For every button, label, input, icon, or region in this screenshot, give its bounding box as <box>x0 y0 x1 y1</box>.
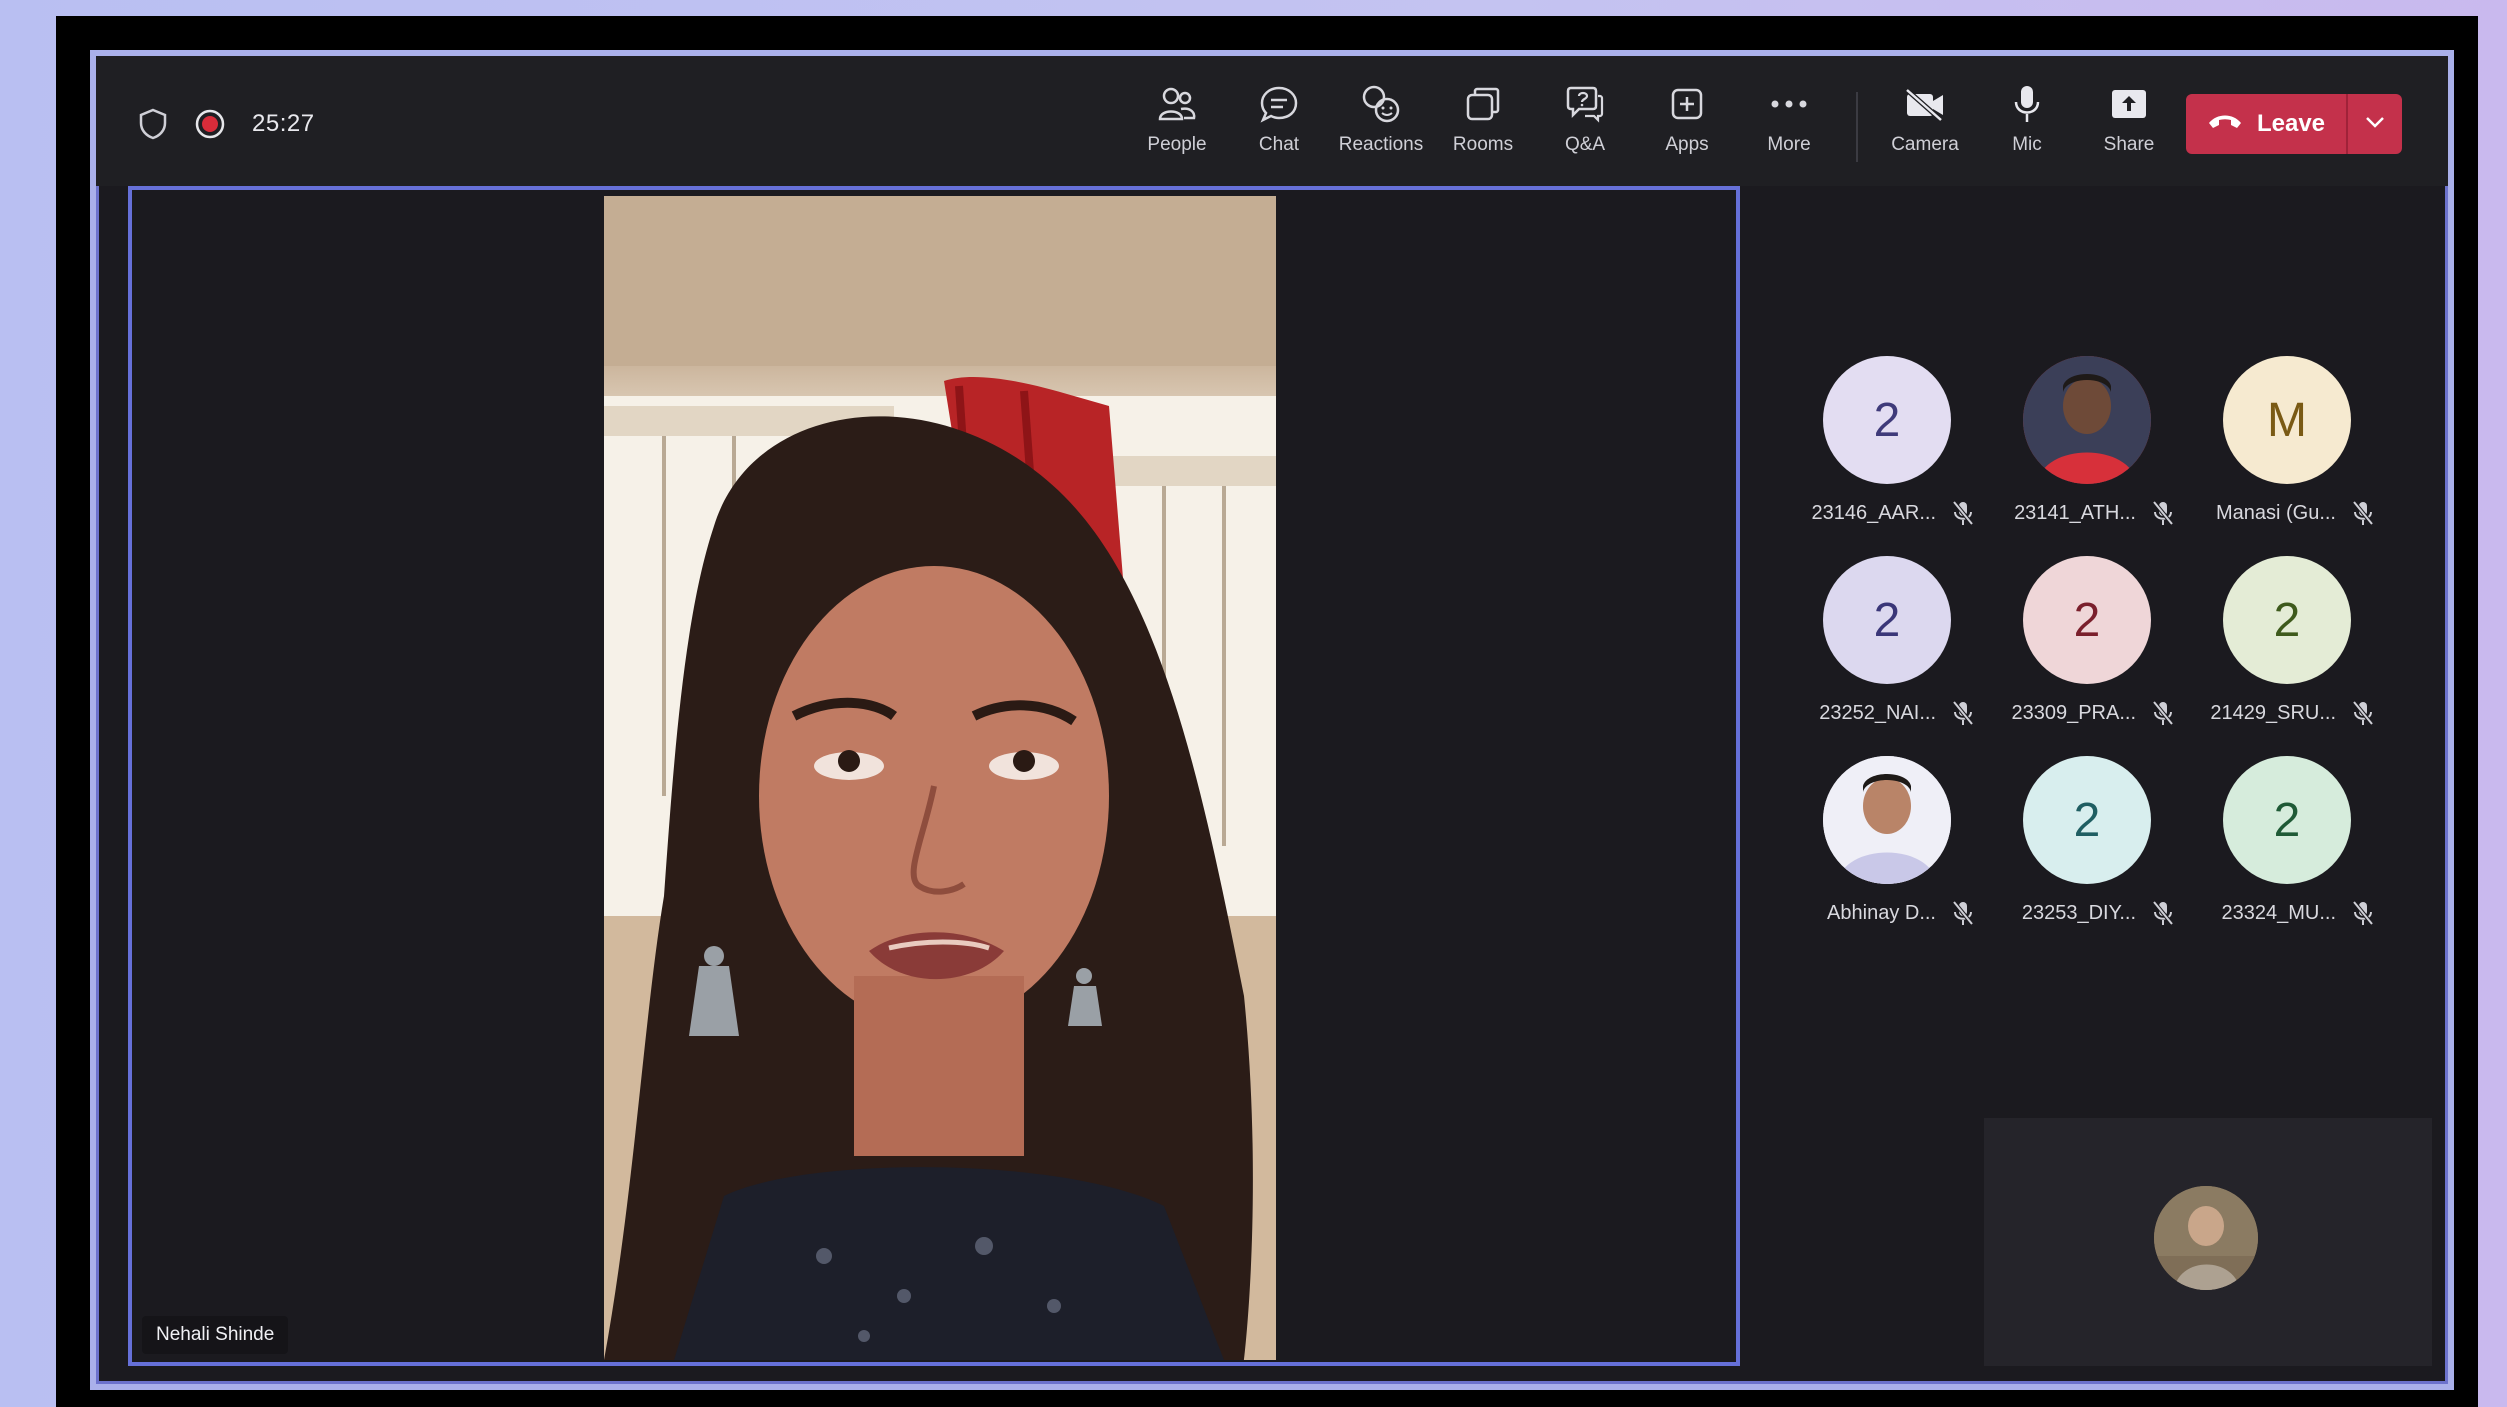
apps-icon <box>1668 82 1706 126</box>
participant-tile[interactable]: M Manasi (Gu... <box>2186 356 2386 536</box>
qa-icon <box>1565 82 1605 126</box>
meeting-timer: 25:27 <box>252 110 315 137</box>
rooms-icon <box>1464 82 1502 126</box>
share-label: Share <box>2103 134 2155 155</box>
participant-name: 23141_ATH... <box>2014 502 2136 524</box>
participant-name: 21429_SRU... <box>2210 702 2336 724</box>
reactions-label: Reactions <box>1338 134 1424 155</box>
shield-icon[interactable] <box>138 108 168 140</box>
participant-tile[interactable]: 2 23253_DIY... <box>1986 756 2186 936</box>
people-button[interactable]: People <box>1126 82 1228 156</box>
participant-name: 23309_PRA... <box>2011 702 2136 724</box>
meeting-info: 25:27 <box>138 108 315 140</box>
share-button[interactable]: Share <box>2078 82 2180 156</box>
participant-name: 23324_MU... <box>2221 902 2336 924</box>
participant-initial: 2 <box>2273 793 2301 847</box>
speaker-video <box>604 196 1276 1360</box>
apps-label: Apps <box>1665 134 1709 155</box>
recording-dot-icon <box>194 108 226 140</box>
toolbar-divider <box>1856 92 1858 162</box>
participant-photo-avatar <box>1823 756 1951 884</box>
mic-muted-icon <box>1952 500 1974 531</box>
participant-name: Manasi (Gu... <box>2215 502 2336 524</box>
rooms-label: Rooms <box>1452 134 1514 155</box>
participant-initial: 2 <box>2273 593 2301 647</box>
mic-muted-icon <box>1952 900 1974 931</box>
mic-icon <box>2012 82 2042 126</box>
leave-dropdown-button[interactable] <box>2346 94 2402 154</box>
more-label: More <box>1767 134 1811 155</box>
participant-initial-avatar: 2 <box>2223 756 2351 884</box>
qa-label: Q&A <box>1564 134 1606 155</box>
people-label: People <box>1147 134 1207 155</box>
participant-initial-avatar: 2 <box>2023 756 2151 884</box>
mic-muted-icon <box>2152 900 2174 931</box>
participant-photo-avatar <box>2023 356 2151 484</box>
leave-button[interactable]: Leave <box>2186 94 2346 154</box>
more-icon <box>1769 82 1809 126</box>
participant-initial-avatar: 2 <box>1823 356 1951 484</box>
more-button[interactable]: More <box>1738 82 1840 156</box>
self-view[interactable] <box>1984 1118 2432 1366</box>
phone-hangup-icon <box>2207 110 2243 138</box>
mic-muted-icon <box>2152 700 2174 731</box>
speaker-stage[interactable]: Nehali Shinde <box>128 186 1740 1366</box>
participant-name: Abhinay D... <box>1827 902 1936 924</box>
reactions-icon <box>1360 82 1402 126</box>
participant-tile[interactable]: 2 23146_AAR... <box>1786 356 1986 536</box>
participant-initial: 2 <box>2073 793 2101 847</box>
camera-button[interactable]: Camera <box>1874 82 1976 156</box>
participant-initial-avatar: 2 <box>1823 556 1951 684</box>
mic-muted-icon <box>2152 500 2174 531</box>
mic-button[interactable]: Mic <box>1976 82 2078 156</box>
participant-tile[interactable]: 23141_ATH... <box>1986 356 2186 536</box>
qa-button[interactable]: Q&A <box>1534 82 1636 156</box>
camera-label: Camera <box>1891 134 1959 155</box>
mic-muted-icon <box>2352 700 2374 731</box>
participant-initial-avatar: M <box>2223 356 2351 484</box>
participant-tile[interactable]: 2 23324_MU... <box>2186 756 2386 936</box>
chat-label: Chat <box>1258 134 1300 155</box>
chat-button[interactable]: Chat <box>1228 82 1330 156</box>
leave-group: Leave <box>2186 94 2402 154</box>
participant-tile[interactable]: 2 21429_SRU... <box>2186 556 2386 736</box>
apps-button[interactable]: Apps <box>1636 82 1738 156</box>
chevron-down-icon <box>2365 115 2385 133</box>
mic-label: Mic <box>2012 134 2042 155</box>
mic-muted-icon <box>1952 700 1974 731</box>
participant-initial: 2 <box>2073 593 2101 647</box>
people-icon <box>1157 82 1197 126</box>
participant-tile[interactable]: 2 23252_NAI... <box>1786 556 1986 736</box>
participant-initial-avatar: 2 <box>2223 556 2351 684</box>
speaker-nameplate: Nehali Shinde <box>142 1316 289 1354</box>
participant-tile[interactable]: 2 23309_PRA... <box>1986 556 2186 736</box>
participant-initial-avatar: 2 <box>2023 556 2151 684</box>
mic-muted-icon <box>2352 500 2374 531</box>
participant-name: 23253_DIY... <box>2021 902 2136 924</box>
meeting-topbar: 25:27 People Chat Reactions Rooms Q&A Ap… <box>96 56 2448 186</box>
rooms-button[interactable]: Rooms <box>1432 82 1534 156</box>
participant-initial: 2 <box>1873 393 1901 447</box>
participant-initial: M <box>2267 393 2307 447</box>
meeting-window: 25:27 People Chat Reactions Rooms Q&A Ap… <box>90 50 2454 1390</box>
leave-label: Leave <box>2256 110 2326 137</box>
participant-name: 23252_NAI... <box>1819 702 1936 724</box>
self-avatar <box>2154 1186 2258 1290</box>
reactions-button[interactable]: Reactions <box>1330 82 1432 156</box>
mic-muted-icon <box>2352 900 2374 931</box>
participant-tile[interactable]: Abhinay D... <box>1786 756 1986 936</box>
meeting-toolbar: People Chat Reactions Rooms Q&A Apps Mor… <box>1126 82 2180 162</box>
camera-off-icon <box>1903 82 1947 126</box>
speaker-video-frame <box>604 196 1276 1360</box>
share-icon <box>2109 82 2149 126</box>
participant-initial: 2 <box>1873 593 1901 647</box>
chat-icon <box>1259 82 1299 126</box>
participant-name: 23146_AAR... <box>1811 502 1936 524</box>
